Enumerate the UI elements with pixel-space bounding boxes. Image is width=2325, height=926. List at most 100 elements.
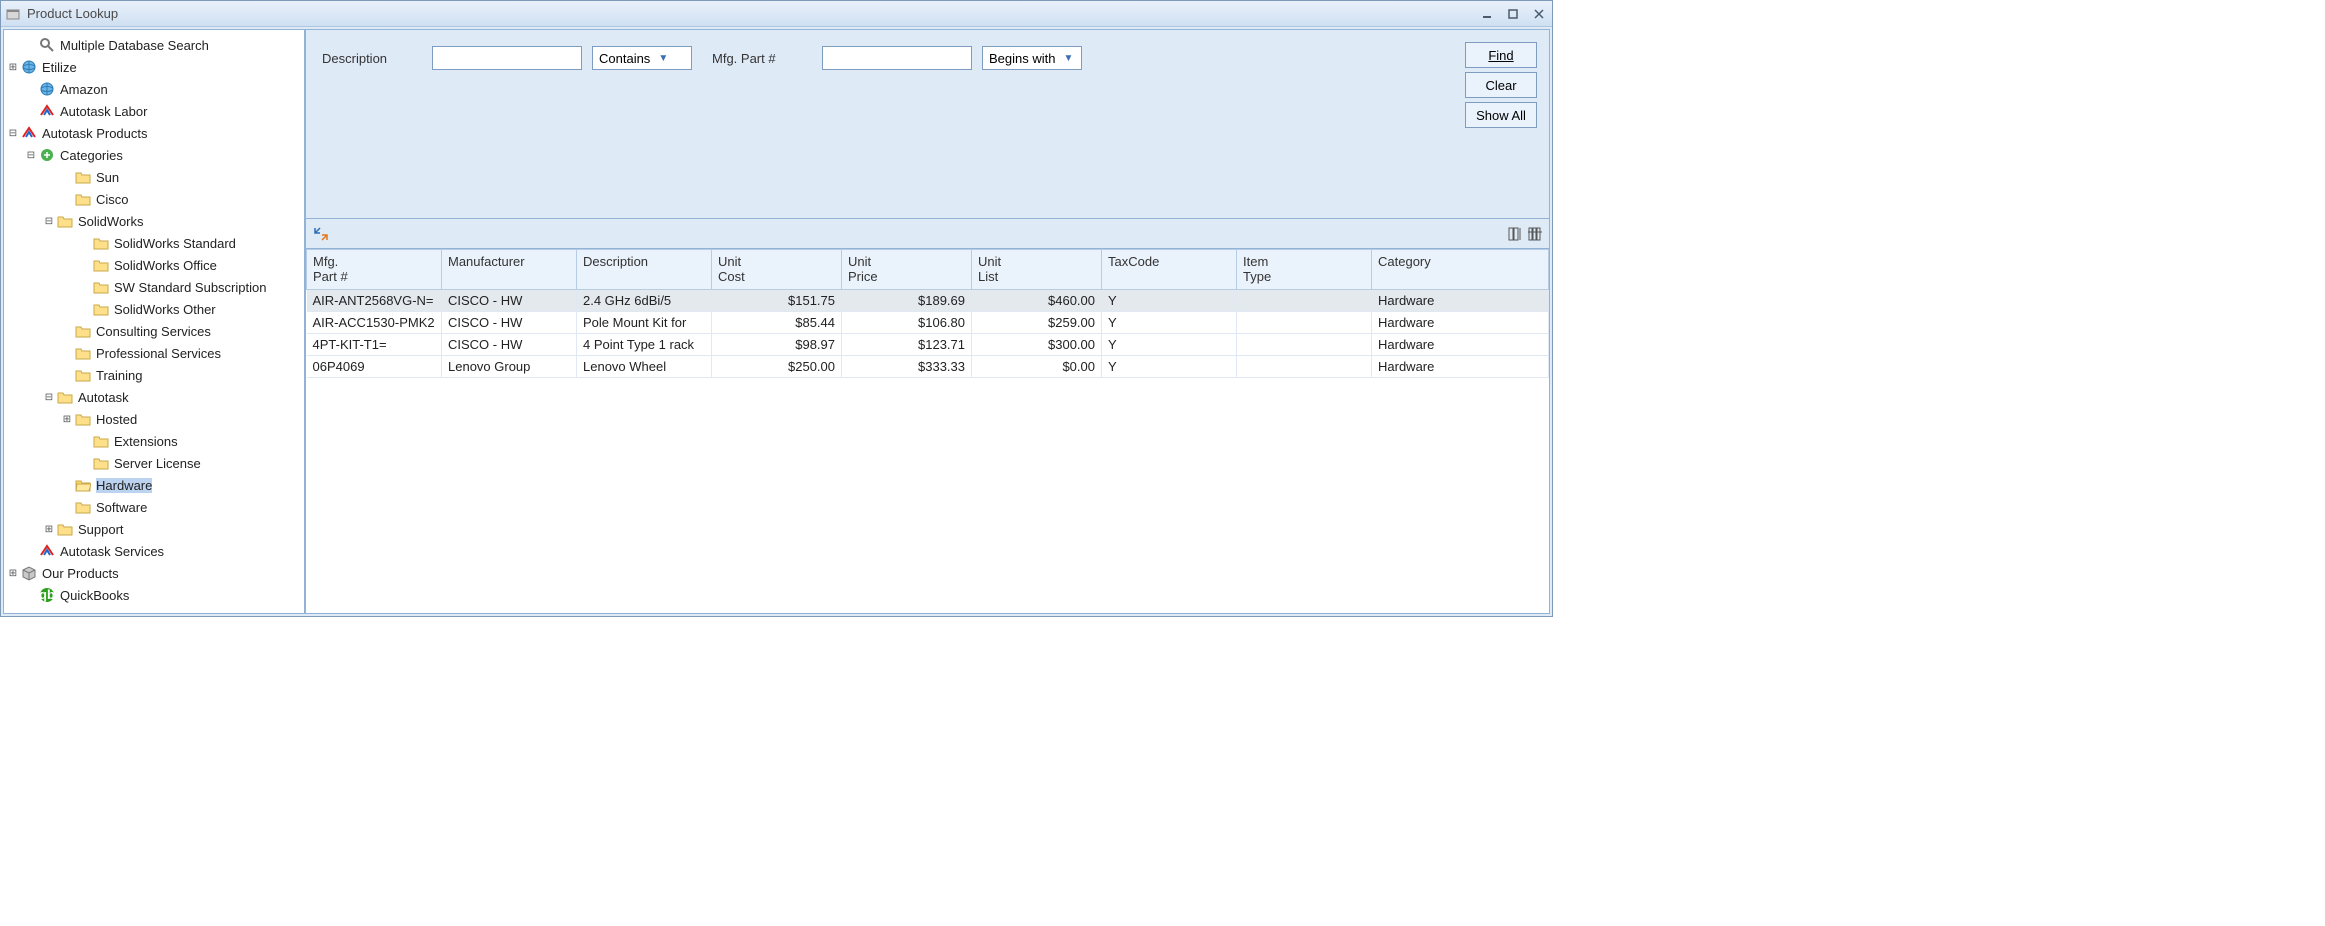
tree-item-sw-office[interactable]: SolidWorks Office (6, 254, 302, 276)
minimize-button[interactable] (1478, 5, 1496, 23)
tree-item-software[interactable]: Software (6, 496, 302, 518)
autotask-icon (38, 542, 56, 560)
cell-uprice: $106.80 (842, 312, 972, 334)
cell-tax: Y (1102, 290, 1237, 312)
tree-item-server-license[interactable]: Server License (6, 452, 302, 474)
find-button[interactable]: Find (1465, 42, 1537, 68)
col-item-type[interactable]: Item Type (1237, 250, 1372, 290)
collapse-icon[interactable]: ⊟ (42, 392, 56, 403)
expand-icon[interactable]: ⊞ (42, 524, 56, 535)
tree-item-autotask-labor[interactable]: Autotask Labor (6, 100, 302, 122)
cell-mfgpart: 4PT-KIT-T1= (307, 334, 442, 356)
col-manufacturer[interactable]: Manufacturer (442, 250, 577, 290)
cell-itype (1237, 290, 1372, 312)
tree-item-professional[interactable]: Professional Services (6, 342, 302, 364)
tree-item-quickbooks[interactable]: qbQuickBooks (6, 584, 302, 606)
folder-icon (74, 410, 92, 428)
cell-tax: Y (1102, 334, 1237, 356)
cell-cat: Hardware (1372, 334, 1549, 356)
table-row[interactable]: 06P4069Lenovo GroupLenovo Wheel$250.00$3… (307, 356, 1549, 378)
folder-icon (56, 520, 74, 538)
collapse-panel-icon[interactable] (312, 225, 330, 243)
cell-uprice: $189.69 (842, 290, 972, 312)
filter-settings-icon[interactable] (1527, 226, 1543, 242)
cell-mfgpart: AIR-ACC1530-PMK2 (307, 312, 442, 334)
tree-item-autotask-products[interactable]: ⊟Autotask Products (6, 122, 302, 144)
tree-item-support[interactable]: ⊞Support (6, 518, 302, 540)
collapse-icon[interactable]: ⊟ (6, 128, 20, 139)
close-button[interactable] (1530, 5, 1548, 23)
cell-ulist: $259.00 (972, 312, 1102, 334)
description-label: Description (322, 51, 422, 66)
cell-ucost: $98.97 (712, 334, 842, 356)
cell-ulist: $0.00 (972, 356, 1102, 378)
col-unit-price[interactable]: Unit Price (842, 250, 972, 290)
table-row[interactable]: 4PT-KIT-T1=CISCO - HW4 Point Type 1 rack… (307, 334, 1549, 356)
tree-item-sw-standard[interactable]: SolidWorks Standard (6, 232, 302, 254)
col-mfg-part[interactable]: Mfg. Part # (307, 250, 442, 290)
tree-item-cisco[interactable]: Cisco (6, 188, 302, 210)
cell-desc: Lenovo Wheel (577, 356, 712, 378)
cell-ucost: $85.44 (712, 312, 842, 334)
window-title: Product Lookup (27, 6, 1478, 21)
description-op-select[interactable]: Contains▼ (592, 46, 692, 70)
tree-item-training[interactable]: Training (6, 364, 302, 386)
cell-itype (1237, 356, 1372, 378)
magnifier-icon (38, 36, 56, 54)
mfg-part-input[interactable] (822, 46, 972, 70)
tree-item-our-products[interactable]: ⊞Our Products (6, 562, 302, 584)
results-grid[interactable]: Mfg. Part # Manufacturer Description Uni… (306, 249, 1549, 613)
cell-cat: Hardware (1372, 356, 1549, 378)
cell-tax: Y (1102, 312, 1237, 334)
maximize-button[interactable] (1504, 5, 1522, 23)
col-taxcode[interactable]: TaxCode (1102, 250, 1237, 290)
tree-item-hosted[interactable]: ⊞Hosted (6, 408, 302, 430)
globe-icon (20, 58, 38, 76)
tree-item-categories[interactable]: ⊟Categories (6, 144, 302, 166)
tree-pane[interactable]: Multiple Database Search ⊞Etilize Amazon… (3, 29, 305, 614)
search-pane: Description Contains▼ Mfg. Part # Begins… (305, 29, 1550, 219)
expand-icon[interactable]: ⊞ (6, 62, 20, 73)
col-unit-list[interactable]: Unit List (972, 250, 1102, 290)
collapse-icon[interactable]: ⊟ (24, 150, 38, 161)
table-row[interactable]: AIR-ACC1530-PMK2CISCO - HWPole Mount Kit… (307, 312, 1549, 334)
mfg-part-op-select[interactable]: Begins with▼ (982, 46, 1082, 70)
globe-icon (38, 80, 56, 98)
column-chooser-icon[interactable] (1507, 226, 1523, 242)
tree-item-consulting[interactable]: Consulting Services (6, 320, 302, 342)
tree-item-sun[interactable]: Sun (6, 166, 302, 188)
collapse-icon[interactable]: ⊟ (42, 216, 56, 227)
tree-item-hardware[interactable]: Hardware (6, 474, 302, 496)
cell-desc: Pole Mount Kit for (577, 312, 712, 334)
tree-item-autotask-services[interactable]: Autotask Services (6, 540, 302, 562)
tree-item-sw-subscription[interactable]: SW Standard Subscription (6, 276, 302, 298)
col-unit-cost[interactable]: Unit Cost (712, 250, 842, 290)
tree-item-autotask-cat[interactable]: ⊟Autotask (6, 386, 302, 408)
cell-mfgpart: AIR-ANT2568VG-N= (307, 290, 442, 312)
expand-icon[interactable]: ⊞ (60, 414, 74, 425)
col-description[interactable]: Description (577, 250, 712, 290)
tree-item-solidworks[interactable]: ⊟SolidWorks (6, 210, 302, 232)
box-icon (20, 564, 38, 582)
clear-button[interactable]: Clear (1465, 72, 1537, 98)
folder-icon (92, 432, 110, 450)
table-row[interactable]: AIR-ANT2568VG-N=CISCO - HW2.4 GHz 6dBi/5… (307, 290, 1549, 312)
tree-item-multi-db-search[interactable]: Multiple Database Search (6, 34, 302, 56)
expand-icon[interactable]: ⊞ (6, 568, 20, 579)
show-all-button[interactable]: Show All (1465, 102, 1537, 128)
cell-cat: Hardware (1372, 290, 1549, 312)
tree-item-etilize[interactable]: ⊞Etilize (6, 56, 302, 78)
cell-ucost: $151.75 (712, 290, 842, 312)
cell-ulist: $460.00 (972, 290, 1102, 312)
grid-pane: Mfg. Part # Manufacturer Description Uni… (305, 219, 1550, 614)
col-category[interactable]: Category (1372, 250, 1549, 290)
folder-icon (74, 168, 92, 186)
cell-itype (1237, 312, 1372, 334)
description-input[interactable] (432, 46, 582, 70)
cell-desc: 2.4 GHz 6dBi/5 (577, 290, 712, 312)
tree-item-amazon[interactable]: Amazon (6, 78, 302, 100)
cell-tax: Y (1102, 356, 1237, 378)
titlebar[interactable]: Product Lookup (1, 1, 1552, 27)
tree-item-sw-other[interactable]: SolidWorks Other (6, 298, 302, 320)
tree-item-extensions[interactable]: Extensions (6, 430, 302, 452)
